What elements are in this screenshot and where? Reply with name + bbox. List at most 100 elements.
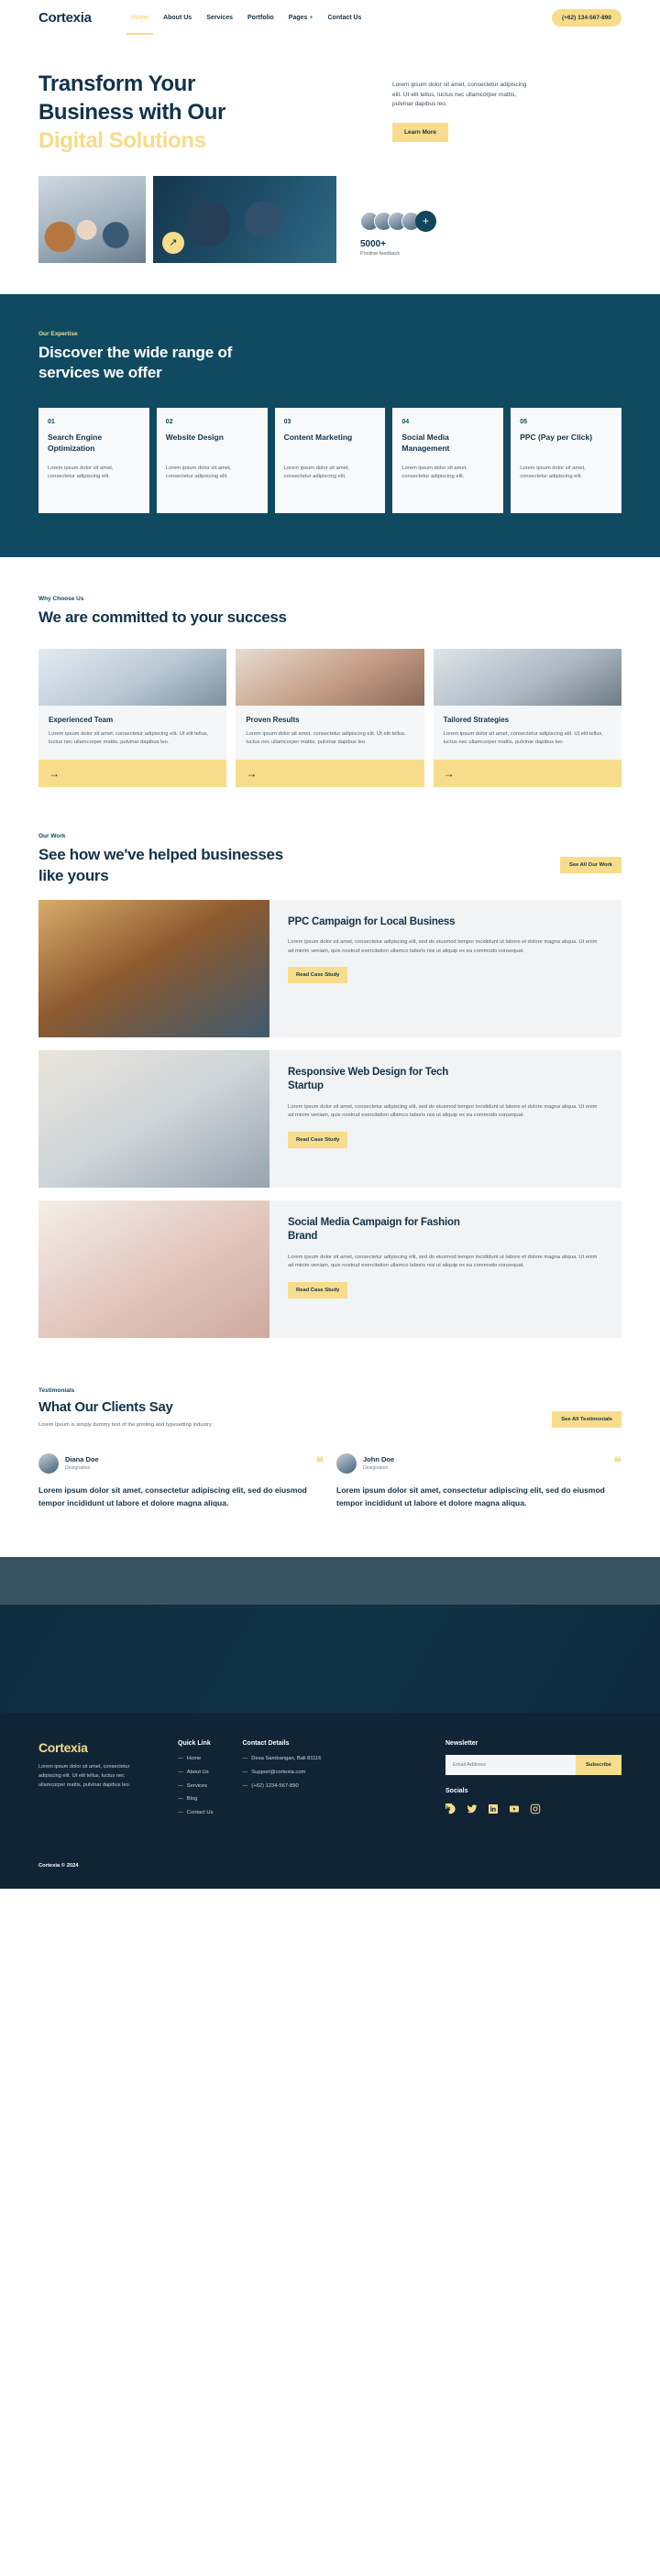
phone-cta-button[interactable]: (+62) 134-567-890 — [551, 8, 622, 27]
quote-icon: ❝ — [315, 1454, 324, 1471]
avatar-more-button[interactable]: + — [415, 210, 436, 232]
arrow-right-icon[interactable]: → — [236, 759, 424, 787]
case-study-desc: Lorem ipsum dolor sit amet, consectetur … — [288, 1103, 598, 1119]
why-card[interactable]: Proven Results Lorem ipsum dolor sit ame… — [236, 648, 424, 787]
service-title: Content Marketing — [283, 433, 353, 443]
case-study-desc: Lorem ipsum dolor sit amet, consectetur … — [288, 1254, 598, 1269]
service-number: 03 — [283, 419, 292, 426]
service-desc: Lorem ipsum dolor sit amet, consectetur … — [283, 466, 350, 480]
footer-link-label: Home — [186, 1756, 202, 1762]
see-all-work-button[interactable]: See All Our Work — [559, 856, 622, 873]
brand-logo[interactable]: Cortexia — [38, 10, 92, 26]
facebook-icon[interactable] — [446, 1803, 456, 1814]
arrow-right-icon[interactable]: → — [433, 759, 622, 787]
nav-item-contact-us[interactable]: Contact Us — [327, 12, 363, 24]
footer-logo[interactable]: Cortexia — [38, 1740, 148, 1755]
arrow-right-icon[interactable]: → — [38, 759, 227, 787]
services-eyebrow: Our Expertise — [38, 330, 78, 337]
cta-overlay — [0, 1557, 660, 1714]
why-eyebrow: Why Choose Us — [38, 596, 84, 603]
why-card[interactable]: Tailored Strategies Lorem ipsum dolor si… — [433, 648, 622, 787]
read-case-study-button[interactable]: Read Case Study — [288, 1281, 348, 1299]
see-all-testimonials-button[interactable]: See All Testimonials — [552, 1410, 622, 1428]
nav-item-about-us[interactable]: About Us — [162, 12, 192, 24]
service-card[interactable]: 02 Website Design Lorem ipsum dolor sit … — [156, 408, 268, 514]
service-desc: Lorem ipsum dolor sit amet, consectetur … — [165, 466, 232, 480]
service-card[interactable]: 04 Social Media Management Lorem ipsum d… — [392, 408, 504, 514]
read-case-study-button[interactable]: Read Case Study — [288, 1131, 348, 1148]
nav-item-pages[interactable]: Pages + — [288, 12, 314, 24]
youtube-icon[interactable] — [509, 1803, 520, 1814]
footer-contact-address[interactable]: — Desa Sambangan, Bali 81116 — [242, 1755, 329, 1763]
services-cards: 01 Search Engine Optimization Lorem ipsu… — [38, 408, 622, 514]
nav-item-about-us-label: About Us — [163, 14, 192, 21]
testimonials-section: Testimonials What Our Clients Say Lorem … — [38, 1338, 622, 1510]
dash-icon: — — [242, 1782, 248, 1789]
twitter-icon[interactable] — [467, 1803, 478, 1814]
why-choose-us-section: Why Choose Us We are committed to your s… — [38, 557, 622, 787]
dash-icon: — — [178, 1810, 183, 1816]
nav-item-services[interactable]: Services — [205, 12, 234, 24]
linkedin-icon[interactable] — [488, 1803, 499, 1814]
why-card-body: Experienced Team Lorem ipsum dolor sit a… — [38, 706, 226, 760]
work-eyebrow: Our Work — [38, 832, 66, 839]
services-heading: Discover the wide range of services we o… — [38, 343, 233, 382]
footer-quick-links-title: Quick Link — [178, 1740, 211, 1748]
hero-image-meeting: ↗ — [153, 175, 336, 263]
case-study-title: PPC Campaign for Local Business — [288, 915, 456, 927]
testimonials-subtitle: Lorem Ipsum is simply dummy text of the … — [38, 1421, 213, 1428]
service-card[interactable]: 01 Search Engine Optimization Lorem ipsu… — [38, 408, 149, 514]
service-title: Website Design — [165, 433, 224, 443]
testimonial-text: Lorem ipsum dolor sit amet, consectetur … — [336, 1485, 605, 1507]
footer-link-about-us[interactable]: — About Us — [178, 1769, 213, 1777]
nav-item-home-label: Home — [130, 14, 149, 21]
read-case-study-button[interactable]: Read Case Study — [288, 967, 348, 984]
arrow-up-right-icon[interactable]: ↗ — [162, 231, 184, 254]
why-card-title: Proven Results — [246, 715, 300, 724]
footer-newsletter-col: Newsletter Subscribe Socials — [446, 1740, 622, 1822]
learn-more-button[interactable]: Learn More — [392, 123, 449, 143]
dash-icon: — — [178, 1756, 183, 1762]
case-study-card[interactable]: PPC Campaign for Local Business Lorem ip… — [38, 899, 622, 1037]
hero-section: Transform Your Business with Our Digital… — [38, 35, 622, 156]
footer-link-label: Contact Us — [186, 1810, 214, 1816]
dash-icon: — — [178, 1770, 183, 1775]
footer-contact-value: (+62) 1234-567-890 — [251, 1782, 299, 1789]
service-title: Search Engine Optimization — [48, 433, 103, 453]
testimonial-header: John Doe Designation ❝ — [336, 1452, 622, 1474]
case-study-body: Responsive Web Design for Tech Startup L… — [270, 1050, 622, 1188]
testimonials-heading: What Our Clients Say — [38, 1398, 173, 1415]
nav-item-home[interactable]: Home — [126, 12, 154, 35]
nav-item-contact-us-label: Contact Us — [327, 14, 362, 21]
service-desc: Lorem ipsum dolor sit amet, consectetur … — [48, 466, 114, 480]
service-desc: Lorem ipsum dolor sit amet, consectetur … — [402, 466, 468, 480]
testimonial-header: Diana Doe Designation ❝ — [38, 1452, 324, 1474]
footer-contact-phone[interactable]: — (+62) 1234-567-890 — [242, 1782, 329, 1791]
footer-link-home[interactable]: — Home — [178, 1755, 213, 1763]
footer-link-label: Blog — [186, 1796, 198, 1803]
work-heading-group: Our Work See how we've helped businesses… — [38, 833, 295, 887]
testimonials-heading-group: Testimonials What Our Clients Say Lorem … — [38, 1387, 249, 1430]
footer-link-blog[interactable]: — Blog — [178, 1795, 213, 1803]
footer-link-services[interactable]: — Services — [178, 1782, 213, 1791]
instagram-icon[interactable] — [530, 1803, 541, 1814]
nav-item-portfolio[interactable]: Portfolio — [247, 12, 275, 24]
testimonial-card: John Doe Designation ❝ Lorem ipsum dolor… — [336, 1452, 622, 1510]
testimonial-card: Diana Doe Designation ❝ Lorem ipsum dolo… — [38, 1452, 324, 1510]
case-study-card[interactable]: Social Media Campaign for Fashion Brand … — [38, 1200, 622, 1338]
subscribe-button[interactable]: Subscribe — [575, 1755, 622, 1776]
cta-section: Call-to-Action Ready to Start Your Proje… — [0, 1557, 660, 1714]
service-card[interactable]: 05 PPC (Pay per Click) Lorem ipsum dolor… — [511, 408, 622, 514]
nav-links: Home About Us Services Portfolio Pages + … — [126, 12, 363, 35]
email-input[interactable] — [446, 1755, 576, 1776]
service-card[interactable]: 03 Content Marketing Lorem ipsum dolor s… — [274, 408, 386, 514]
footer-contact-email[interactable]: — Support@cortexia.com — [242, 1769, 329, 1777]
case-study-image — [38, 1049, 270, 1188]
case-study-card[interactable]: Responsive Web Design for Tech Startup L… — [38, 1049, 622, 1188]
footer-newsletter-title: Newsletter — [446, 1740, 478, 1748]
hero-description: Lorem ipsum dolor sit amet, consectetur … — [392, 82, 527, 108]
photo-fill — [38, 175, 146, 263]
why-card[interactable]: Experienced Team Lorem ipsum dolor sit a… — [38, 648, 227, 787]
footer-socials — [446, 1803, 622, 1814]
footer-link-contact-us[interactable]: — Contact Us — [178, 1809, 213, 1817]
